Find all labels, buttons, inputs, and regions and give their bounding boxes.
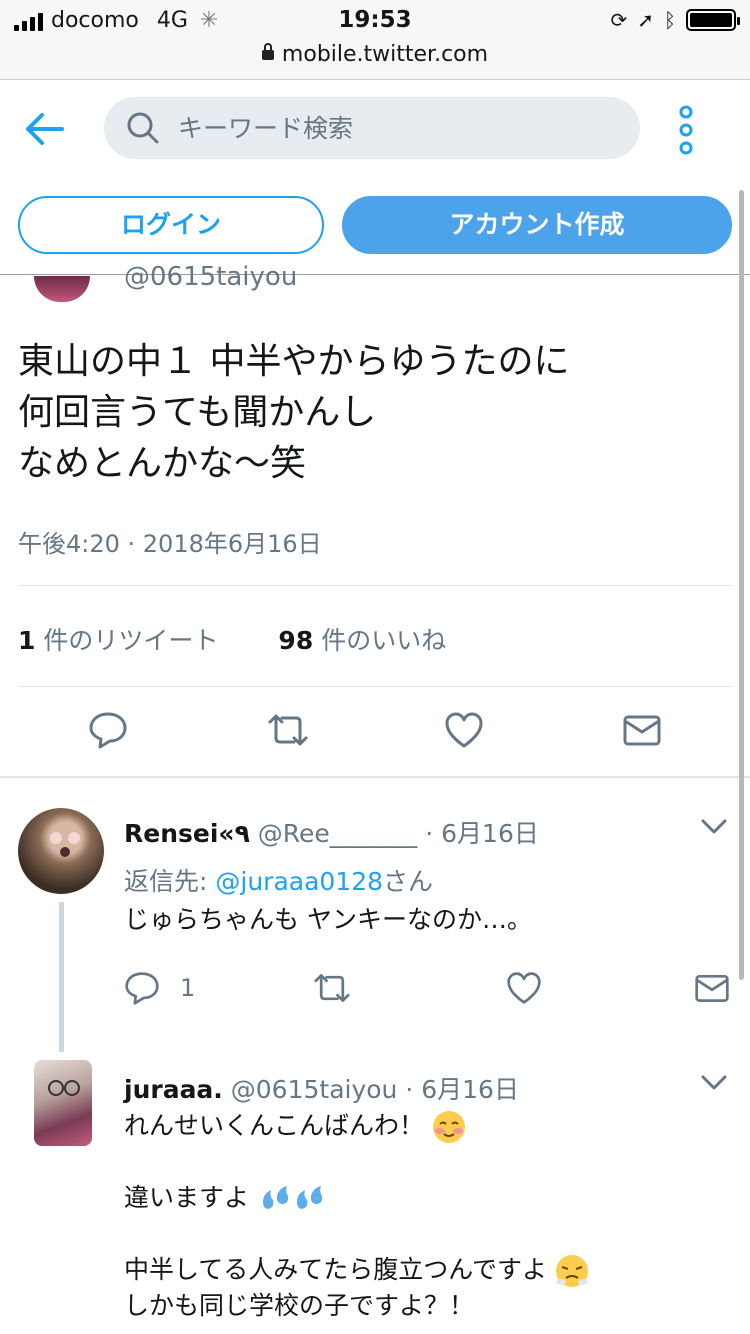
status-right: ⟳ ➚ ᛒ: [610, 8, 740, 32]
reply-to-suffix: さん: [383, 867, 434, 896]
tweet-timestamp: 午後4:20 · 2018年6月16日: [18, 530, 322, 558]
reply-item[interactable]: Rensei«٩ @Ree_______ · 6月16日 返信先: @juraa…: [0, 778, 750, 1052]
tweet-stats: 1 件のリツイート 98 件のいいね: [18, 621, 506, 657]
retweet-icon[interactable]: [312, 970, 352, 1010]
avatar[interactable]: [34, 1060, 92, 1146]
reply-line-2: 違いますよ: [124, 1183, 250, 1212]
retweet-icon[interactable]: [266, 710, 310, 754]
reply-line-3: 中半してる人みてたら腹立つんですよ: [124, 1255, 548, 1284]
bluetooth-icon: ᛒ: [664, 8, 676, 32]
reply-icon[interactable]: [124, 970, 160, 1006]
chevron-down-icon[interactable]: [700, 1074, 728, 1096]
thread-line: [59, 902, 64, 1052]
avatar[interactable]: [18, 808, 104, 894]
location-icon: ➚: [637, 8, 654, 32]
reply-icon[interactable]: [88, 710, 128, 754]
tweet-text: 東山の中１ 中半やからゆうたのに 何回言うても聞かんし なめとんかな〜笑: [18, 341, 570, 484]
direct-message-icon[interactable]: [622, 710, 662, 754]
reply-line-1: れんせいくんこんばんわ！: [124, 1111, 425, 1140]
direct-message-icon[interactable]: [694, 970, 730, 1010]
reply-to-prefix: 返信先:: [124, 867, 216, 896]
like-stat[interactable]: 98 件のいいね: [278, 621, 446, 657]
reply-header: Rensei«٩ @Ree_______ · 6月16日: [124, 814, 539, 850]
user-handle[interactable]: @Ree_______: [258, 819, 418, 848]
reply-line: しかも同じ学校の子ですよ？！: [124, 1288, 589, 1324]
search-input[interactable]: [178, 97, 618, 159]
retweet-label: 件のリツイート: [43, 626, 219, 655]
reply-to-line: 返信先: @juraaa0128さん: [124, 862, 433, 898]
url-text: mobile.twitter.com: [281, 42, 489, 67]
reply-line: れんせいくんこんばんわ！: [124, 1108, 589, 1144]
orientation-lock-icon: ⟳: [610, 8, 628, 32]
reply-action[interactable]: 1: [124, 970, 195, 1006]
reply-line: 中半してる人みてたら腹立つんですよ: [124, 1216, 589, 1288]
lock-icon: [261, 43, 274, 60]
reply-text: じゅらちゃんも ヤンキーなのか…。: [124, 905, 532, 934]
retweet-stat[interactable]: 1 件のリツイート: [18, 621, 218, 657]
tweet-actions: [0, 710, 750, 758]
reply-to-user-link[interactable]: @juraaa0128: [215, 867, 383, 896]
sweat-droplets-icon: [262, 1186, 323, 1209]
chevron-down-icon[interactable]: [700, 818, 728, 840]
login-button[interactable]: ログイン: [18, 196, 324, 254]
retweet-count: 1: [18, 626, 36, 655]
author-avatar[interactable]: [34, 276, 90, 302]
divider: [18, 585, 732, 586]
divider: [18, 686, 732, 687]
battery-icon: [686, 9, 740, 31]
reply-header: juraaa. @0615taiyou · 6月16日: [124, 1070, 519, 1106]
display-name[interactable]: Rensei«٩: [124, 819, 250, 848]
top-header: [0, 81, 750, 181]
back-arrow-icon[interactable]: [22, 109, 66, 149]
display-name[interactable]: juraaa.: [124, 1075, 223, 1104]
more-options-icon[interactable]: [672, 105, 700, 155]
like-icon[interactable]: [444, 710, 484, 754]
reply-text: れんせいくんこんばんわ！ 違いますよ 中半してる人みてたら腹立つんですよ しかも…: [124, 1108, 589, 1324]
search-icon: [127, 112, 159, 144]
reply-date[interactable]: · 6月16日: [417, 819, 539, 848]
reply-count: 1: [180, 974, 196, 1002]
url-bar[interactable]: mobile.twitter.com: [0, 40, 750, 80]
signup-button[interactable]: アカウント作成: [342, 196, 732, 254]
header-divider: [0, 274, 750, 275]
reply-line-4: しかも同じ学校の子ですよ？！: [124, 1291, 475, 1320]
reply-item[interactable]: juraaa. @0615taiyou · 6月16日 れんせいくんこんばんわ！…: [0, 1048, 750, 1334]
like-label: 件のいいね: [321, 626, 447, 655]
like-icon[interactable]: [506, 970, 542, 1010]
blushing-face-icon: [432, 1111, 465, 1143]
reply-date[interactable]: · 6月16日: [397, 1075, 519, 1104]
search-box[interactable]: [104, 97, 640, 159]
user-handle[interactable]: @0615taiyou: [231, 1075, 398, 1104]
author-handle[interactable]: @0615taiyou: [124, 262, 297, 292]
status-bar: docomo 4G ✳ 19:53 ⟳ ➚ ᛒ: [0, 0, 750, 40]
steam-from-nose-face-icon: [555, 1255, 588, 1287]
auth-buttons: ログイン アカウント作成: [0, 196, 750, 258]
like-count: 98: [278, 626, 314, 655]
reply-line: 違いますよ: [124, 1144, 589, 1216]
